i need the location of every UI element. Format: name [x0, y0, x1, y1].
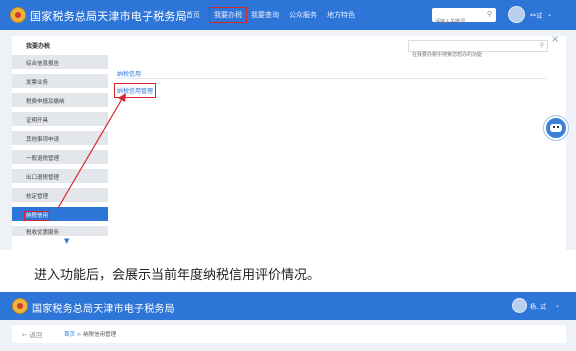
sidebar-item-export-refund[interactable]: 出口退税管理: [12, 169, 108, 183]
divider: [117, 78, 547, 79]
tax-credit-management-link[interactable]: 纳税信用管理: [113, 83, 157, 98]
section-label: 纳税信用: [117, 71, 142, 78]
main-panel: ⚲ × 纳税信用 纳税信用管理: [108, 34, 566, 250]
sidebar: 我要办税 综合信息报告 发票业务 税费申报及缴纳 证明开具 其他事项申请 一般退…: [12, 36, 108, 250]
first-screenshot: 国家税务总局天津市电子税务局 首页 我要办税 我要查询 公众服务 地方特色 ⚲ …: [0, 0, 576, 250]
sidebar-item-info-report[interactable]: 综合信息报告: [12, 55, 108, 69]
sidebar-item-declare-pay[interactable]: 税费申报及缴纳: [12, 93, 108, 107]
sidebar-item-tax-incentive[interactable]: 税收优惠服务: [12, 226, 108, 236]
chevron-down-icon[interactable]: ⌄: [555, 302, 560, 309]
breadcrumb-home[interactable]: 首页: [64, 332, 75, 338]
site-title: 国家税务总局天津市电子税务局: [30, 10, 187, 23]
sidebar-item-refund[interactable]: 一般退税管理: [12, 150, 108, 164]
function-search-input[interactable]: [409, 50, 535, 60]
search-icon[interactable]: ⚲: [487, 10, 492, 18]
user-name[interactable]: 杨..试: [530, 302, 546, 311]
function-search[interactable]: ⚲: [408, 40, 548, 60]
nav-query[interactable]: 我要查询: [251, 10, 279, 20]
back-button[interactable]: ← 返回: [22, 329, 43, 339]
chevron-down-icon[interactable]: ⌄: [547, 11, 552, 18]
site-title: 国家税务总局天津市电子税务局: [32, 304, 175, 315]
nav-home[interactable]: 首页: [186, 10, 200, 20]
top-bar: 国家税务总局天津市电子税务局 杨..试 ⌄: [0, 292, 576, 320]
avatar[interactable]: [508, 6, 525, 23]
header-search-input[interactable]: [432, 15, 486, 29]
sidebar-item-invoice[interactable]: 发票业务: [12, 74, 108, 88]
header-search[interactable]: ⚲: [432, 8, 496, 29]
nav-tax-handling[interactable]: 我要办税: [209, 7, 247, 23]
scroll-down-icon[interactable]: ▼: [64, 237, 69, 245]
nav-public-service[interactable]: 公众服务: [289, 10, 317, 20]
caption: 进入功能后，会展示当前年度纳税信用评价情况。: [34, 268, 321, 283]
search-icon[interactable]: ⚲: [540, 42, 544, 49]
sidebar-item-certificate[interactable]: 证明开具: [12, 112, 108, 126]
breadcrumb-bar: ← 返回 首页 > 纳税信用管理: [12, 325, 566, 343]
tax-emblem-logo: [10, 7, 26, 23]
nav-local-features[interactable]: 地方特色: [327, 10, 355, 20]
sidebar-item-assessment[interactable]: 核定管理: [12, 188, 108, 202]
user-name[interactable]: **试: [530, 11, 542, 20]
sidebar-item-other-application[interactable]: 其他事项申请: [12, 131, 108, 145]
avatar[interactable]: [512, 298, 527, 313]
top-bar: 国家税务总局天津市电子税务局 首页 我要办税 我要查询 公众服务 地方特色 ⚲ …: [0, 0, 576, 30]
tax-emblem-logo: [12, 298, 28, 314]
second-screenshot: 国家税务总局天津市电子税务局 杨..试 ⌄ ← 返回 首页 > 纳税信用管理: [0, 292, 576, 351]
assistant-robot-icon[interactable]: [544, 116, 568, 140]
sidebar-title: 我要办税: [26, 43, 51, 50]
close-icon[interactable]: ×: [551, 34, 559, 45]
breadcrumb: 首页 > 纳税信用管理: [64, 330, 116, 338]
breadcrumb-current: 纳税信用管理: [83, 332, 117, 338]
sidebar-item-tax-credit[interactable]: 纳税信用: [12, 207, 108, 221]
